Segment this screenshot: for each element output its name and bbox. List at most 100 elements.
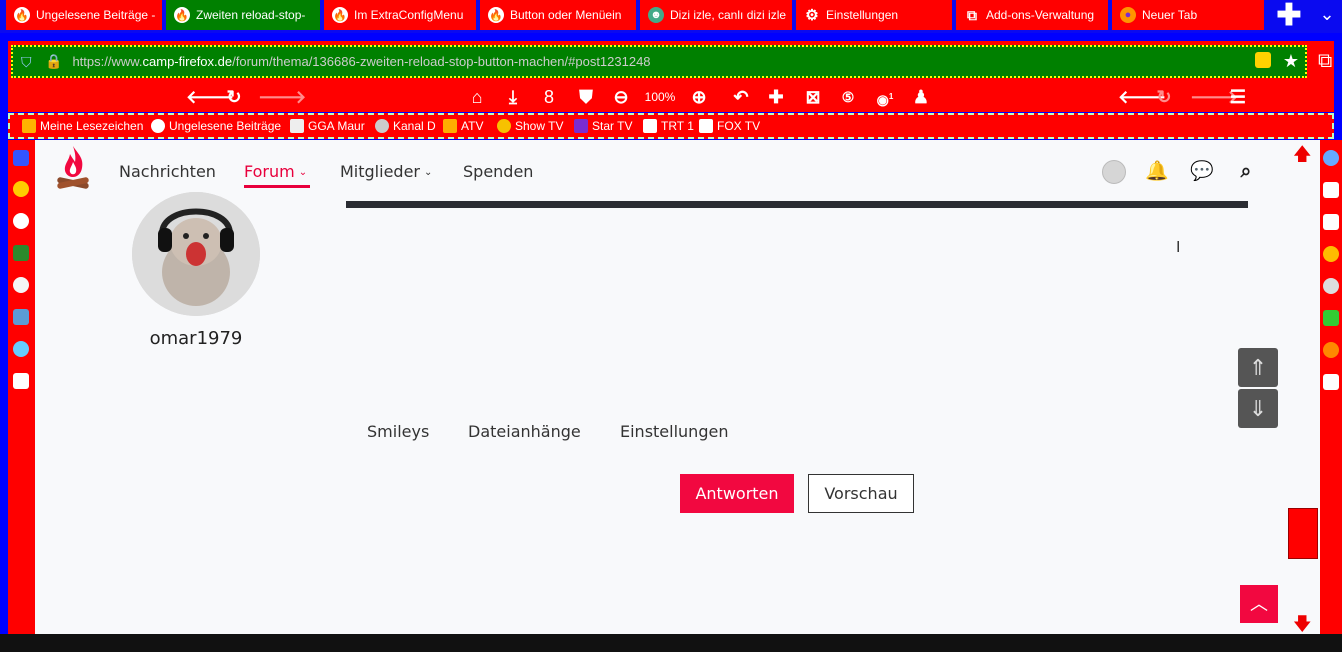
settings-gear-icon[interactable] [1323,246,1339,262]
sync-icon[interactable] [1323,150,1339,166]
forward-arrow-icon-2[interactable]: 🡒 [1190,86,1238,108]
bookmark-show-tv[interactable]: Show TV [497,119,563,133]
tab-label: Button oder Menüein [510,8,622,22]
search-icon[interactable]: ⌕ [1234,160,1258,184]
gear-icon: ⚙ [805,7,819,24]
preview-button[interactable]: Vorschau [808,474,914,513]
nav-mitglieder[interactable]: Mitglieder ⌄ [340,162,432,181]
back-arrow-icon-2[interactable]: 🡐 [1118,86,1166,108]
screenshot-icon[interactable] [1323,310,1339,326]
tracking-protection-icon[interactable]: ⛉ [21,54,35,70]
downloads-icon[interactable]: ⤓ [501,86,525,108]
html5-icon[interactable]: ⑤ [836,86,860,108]
back-to-top-button[interactable]: ︿ [1240,585,1278,623]
tools-icon[interactable] [1323,214,1339,230]
arrow-up-icon[interactable]: 🡅 [1293,142,1312,172]
sidebar-toggle-icon[interactable] [1323,374,1339,390]
zoom-out-icon[interactable]: ⊖ [609,86,633,108]
bookmark-fox-tv[interactable]: FOX TV [699,119,760,133]
chevron-down-icon: ⌄ [298,167,308,178]
globe-icon[interactable] [13,277,29,293]
conversations-icon[interactable]: 💬 [1190,160,1214,184]
extension-icon[interactable] [1255,52,1271,68]
dizi-icon: ☻ [648,7,664,23]
menu-icon[interactable]: ☰ [1226,86,1250,108]
ublock-icon[interactable]: ◉1 [873,86,897,108]
bookmark-ungelesene[interactable]: Ungelesene Beiträge [151,119,281,133]
bookmark-gga[interactable]: GGA Maur [290,119,365,133]
scroll-to-top-icon[interactable]: ⇑ [1238,348,1278,387]
tab-einstellungen-editor[interactable]: Einstellungen [620,422,728,441]
trt1-icon [643,119,657,133]
plus-icon[interactable]: ✚ [764,86,788,108]
lock-icon[interactable]: 🔒 [45,53,62,70]
reload-stop-icon[interactable]: ↻ [1152,86,1176,108]
tab-neuer-tab[interactable]: ● Neuer Tab [1112,0,1264,30]
scroll-to-bottom-icon[interactable]: ⇓ [1238,389,1278,428]
tab-label: Ungelesene Beiträge - [36,8,156,22]
tab-button-oder-menueintrag[interactable]: 🔥 Button oder Menüein [480,0,636,30]
username[interactable]: omar1979 [132,328,260,349]
bell-icon[interactable]: 🔔 [1145,160,1169,184]
bookmark-kanal-d[interactable]: Kanal D [375,119,436,133]
downloads-count[interactable]: 8 [537,86,561,108]
home-icon[interactable]: ⌂ [465,86,489,108]
tab-einstellungen[interactable]: ⚙ Einstellungen [796,0,952,30]
sidebar-toggle-icon[interactable] [13,373,29,389]
power-icon[interactable] [1323,342,1339,358]
puzzle-icon: ⧉ [967,6,977,23]
list-all-tabs-button[interactable]: ⌄ [1316,4,1338,26]
site-logo[interactable] [56,144,90,192]
showtv-icon [497,119,511,133]
smiley-icon[interactable] [13,181,29,197]
tab-ungelesene[interactable]: 🔥 Ungelesene Beiträge - [6,0,162,30]
new-tab-button[interactable]: ✚ [1276,1,1302,31]
bookmark-meine-lesezeichen[interactable]: Meine Lesezeichen [22,119,143,133]
nav-label: Spenden [463,162,534,181]
user-avatar[interactable] [1102,160,1126,184]
bar-chart-icon[interactable] [13,150,29,166]
bookmark-star-tv[interactable]: Star TV [574,119,632,133]
reload-icon[interactable]: ↻ [222,86,246,108]
gem-icon[interactable] [13,341,29,357]
tab-dateianhaenge[interactable]: Dateianhänge [468,422,581,441]
shield-addon-icon[interactable]: ⛊ [574,86,598,108]
browser-window: 🔥 Ungelesene Beiträge - 🔥 Zweiten reload… [0,0,1342,634]
close-window-icon[interactable]: ⊠ [801,86,825,108]
zoom-in-icon[interactable]: ⊕ [687,86,711,108]
bookmark-atv[interactable]: ATV [443,119,483,133]
bookmark-label: FOX TV [717,119,761,133]
bookmark-trt1[interactable]: TRT 1 [643,119,694,133]
user-avatar-large[interactable] [132,192,260,316]
tab-dizi-izle[interactable]: ☻ Dizi izle, canlı dizi izle [640,0,792,30]
arrow-down-icon[interactable]: 🡇 [1293,612,1312,634]
reply-button[interactable]: Antworten [680,474,794,513]
tab-zweiten-reload[interactable]: 🔥 Zweiten reload-stop- [166,0,320,30]
tab-smileys[interactable]: Smileys [367,422,429,441]
url-bar[interactable]: ⛉ 🔒 https://www.camp-firefox.de/forum/th… [11,45,1307,78]
zip-icon[interactable] [1323,182,1339,198]
zoom-level[interactable]: 100% [642,86,678,108]
tab-addons[interactable]: ⧉ Add-ons-Verwaltung [956,0,1108,30]
forward-arrow-icon[interactable]: 🡒 [258,86,306,108]
bookmark-star-icon[interactable]: ★ [1283,51,1299,72]
nav-spenden[interactable]: Spenden [463,162,533,181]
post-divider [346,201,1248,208]
url-text[interactable]: https://www.camp-firefox.de/forum/thema/… [72,54,650,69]
tab-label: Add-ons-Verwaltung [986,8,1095,22]
clock-icon[interactable] [13,213,29,229]
url-path: /forum/thema/136686-zweiten-reload-stop-… [232,54,651,69]
ghost-icon[interactable]: ♟ [909,86,933,108]
bookmark-label: Kanal D [393,119,436,133]
back-arrow-icon[interactable]: 🡐 [186,86,234,108]
image-icon[interactable] [13,309,29,325]
undo-close-tab-icon[interactable]: ↶ [729,86,753,108]
nav-nachrichten[interactable]: Nachrichten [119,162,216,181]
nav-forum[interactable]: Forum ⌄ [244,162,307,181]
extensions-puzzle-icon[interactable]: ⧉ [1318,50,1332,73]
kitten-headphones-image [132,192,260,316]
tab-extraconfigmenu[interactable]: 🔥 Im ExtraConfigMenu [324,0,476,30]
record-icon[interactable] [1323,278,1339,294]
map-icon[interactable] [13,245,29,261]
chevron-down-icon: ⌄ [424,167,433,178]
